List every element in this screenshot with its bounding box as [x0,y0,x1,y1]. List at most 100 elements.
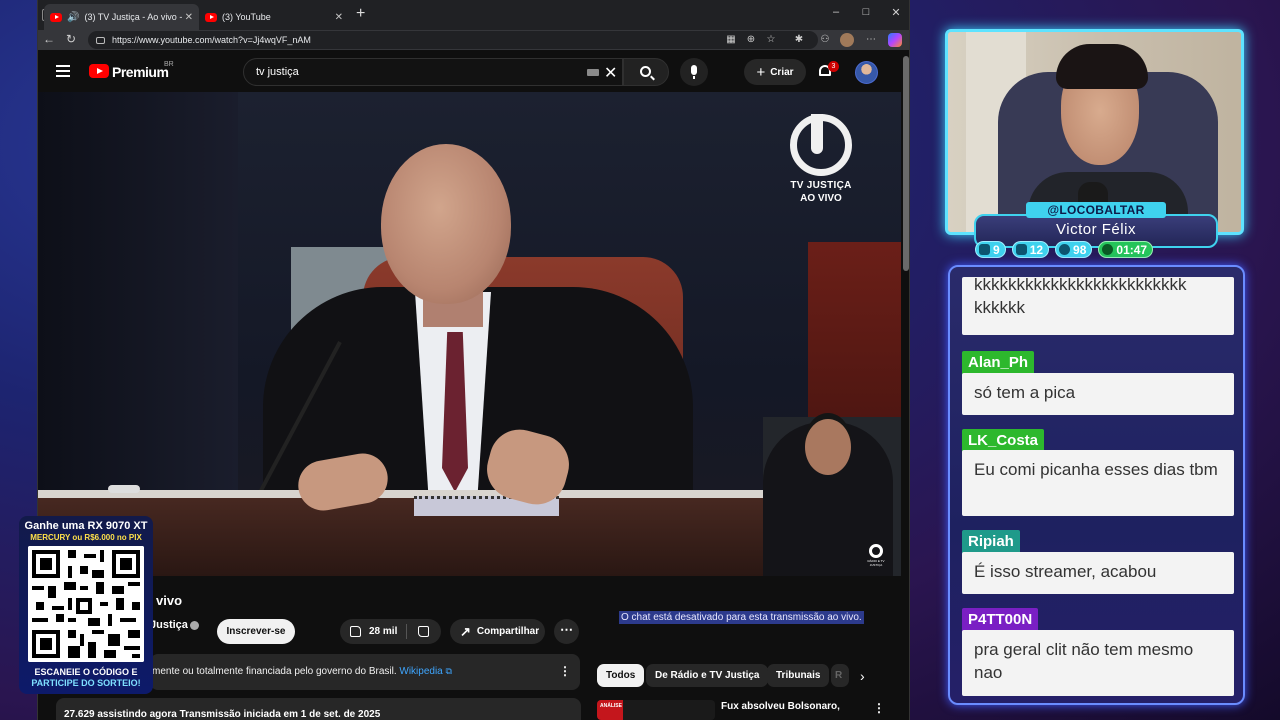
chat-message: só tem a pica [962,373,1234,415]
tab-title: (3) YouTube [222,12,271,22]
promo-line3: ESCANEIE O CÓDIGO E [34,667,138,677]
chat-disabled-message: O chat está desativado para esta transmi… [619,611,864,624]
recommendation-title[interactable]: Fux absolveu Bolsonaro, [721,701,840,712]
info-panel: mente ou totalmente financiada pelo gove… [150,654,580,690]
recommendation-more-icon[interactable]: ⋮ [873,701,885,715]
chat-message-text: só tem a pica [974,383,1076,402]
chip-radio-tv-justica[interactable]: De Rádio e TV Justiça [646,664,769,687]
info-text: mente ou totalmente financiada pelo gove… [152,666,397,677]
notification-count-badge: 3 [828,61,839,72]
video-player[interactable]: TV JUSTIÇA AO VIVO RÁDIO E TV JUSTIÇA [38,92,901,576]
chat-username: Ripiah [962,530,1020,554]
stat-youtube-value: 12 [1029,242,1044,257]
promo-line2: MERCURY ou R$6.000 no PIX [30,533,142,542]
info-more-icon[interactable]: ⋮ [559,664,571,678]
clear-search-icon[interactable]: ✕ [604,63,617,83]
logo-line2: AO VIVO [800,193,842,204]
reload-icon[interactable]: ↻ [62,32,80,46]
address-bar: ← ↻ https://www.youtube.com/watch?v=Jj4w… [38,30,909,50]
stat-chat: 9 [975,241,1006,258]
tab-youtube[interactable]: (3) YouTube ✕ [199,4,349,30]
share-button[interactable]: ↗ Compartilhar [450,619,545,644]
chat-message-text: É isso streamer, acabou [974,562,1157,581]
chevron-right-icon[interactable]: › [860,668,865,684]
dislike-button[interactable] [407,619,441,644]
site-info-icon[interactable] [96,36,105,44]
voice-search-button[interactable] [680,58,708,86]
like-button[interactable]: 28 mil [340,619,406,644]
tab-title: (3) TV Justiça - Ao vivo - You [84,12,184,22]
plus-icon: + [756,63,766,81]
youtube-logo-icon[interactable] [89,64,109,78]
chat-message-text: Eu comi picanha esses dias tbm [974,460,1218,479]
external-link-icon: ⧉ [445,666,452,676]
profile-icon[interactable] [840,33,854,47]
corner-watermark-logo: RÁDIO E TV JUSTIÇA [863,544,889,570]
back-icon[interactable]: ← [40,32,58,46]
microphone-icon [691,65,697,79]
search-input[interactable]: tv justiça [243,58,623,86]
favorite-star-icon[interactable]: ☆ [764,33,778,47]
video-title: vivo [156,593,183,608]
extension-icon[interactable]: ⚇ [818,33,832,47]
page-scrollbar[interactable] [903,56,909,271]
new-tab-button[interactable]: + [356,5,365,23]
account-avatar[interactable] [855,61,878,84]
stat-youtube: 12 [1011,241,1050,258]
verified-icon [190,621,199,630]
subscribe-button[interactable]: Inscrever-se [217,619,295,644]
description-panel[interactable]: 27.629 assistindo agora Transmissão inic… [56,698,581,720]
speaker-icon[interactable]: 🔊 [67,12,79,23]
chat-username: P4TT00N [962,608,1039,632]
chat-icon [979,244,990,255]
search-button[interactable] [623,58,669,86]
share-icon: ↗ [460,623,471,639]
youtube-favicon-icon [205,12,217,22]
create-button[interactable]: + Criar [744,59,806,85]
extensions-icon[interactable]: ✱ [792,33,806,47]
hamburger-menu-icon[interactable] [56,65,70,77]
promo-line4: PARTICIPE DO SORTEIO! [31,678,141,688]
copilot-icon[interactable] [888,33,902,47]
search-query: tv justiça [256,66,299,78]
recommendation-badge: ANÁLISE [600,703,622,709]
chip-tribunais[interactable]: Tribunais [767,664,830,687]
youtube-premium-label[interactable]: Premium [112,64,169,80]
country-code: BR [164,61,174,68]
more-actions-button[interactable]: ⋯ [554,619,579,644]
tv-justica-ring-icon [790,114,852,176]
keyboard-icon[interactable] [587,69,599,76]
wikipedia-link[interactable]: Wikipedia [399,666,442,677]
thumbs-down-icon [418,626,429,637]
tab-tv-justica[interactable]: 🔊 (3) TV Justiça - Ao vivo - You ✕ [44,4,199,30]
qr-code-icon [28,546,144,662]
maximize-button[interactable]: □ [856,6,876,18]
chip-more[interactable]: R [831,664,849,687]
create-label: Criar [770,66,794,78]
youtube-icon [1015,244,1027,255]
youtube-favicon-icon [50,12,62,22]
chip-all[interactable]: Todos [597,664,645,687]
streamer-handle: @LOCOBALTAR [1026,202,1166,218]
url-input[interactable]: https://www.youtube.com/watch?v=Jj4wqVF_… [88,31,818,49]
chat-message: É isso streamer, acabou [962,552,1234,594]
apps-icon[interactable]: ▦ [724,33,738,47]
tab-close-icon[interactable]: ✕ [185,12,193,23]
zoom-icon[interactable]: ⊕ [744,33,758,47]
stat-chat-value: 9 [993,242,1000,257]
speaker-person [381,144,511,304]
recommendation-thumbnail[interactable]: ANÁLISE [597,700,715,720]
chat-message-text: kkkkkkkkkkkkkkkkkkkkkkkkk kkkkkk [974,277,1187,317]
search-icon [640,66,651,77]
giveaway-promo: Ganhe uma RX 9070 XT MERCURY ou R$6.000 … [19,516,153,694]
minimize-button[interactable]: – [826,6,846,18]
tab-close-icon[interactable]: ✕ [335,12,343,23]
whatsapp-icon [1102,244,1114,255]
like-count: 28 mil [369,626,398,637]
stream-chat-panel: kkkkkkkkkkkkkkkkkkkkkkkkk kkkkkk Alan_Ph… [948,265,1245,705]
close-window-button[interactable]: ✕ [886,6,906,19]
chat-username: Alan_Ph [962,351,1035,375]
browser-menu-icon[interactable]: ⋯ [864,33,878,47]
stat-link-value: 98 [1073,242,1087,257]
channel-name[interactable]: Justiça [150,619,188,631]
